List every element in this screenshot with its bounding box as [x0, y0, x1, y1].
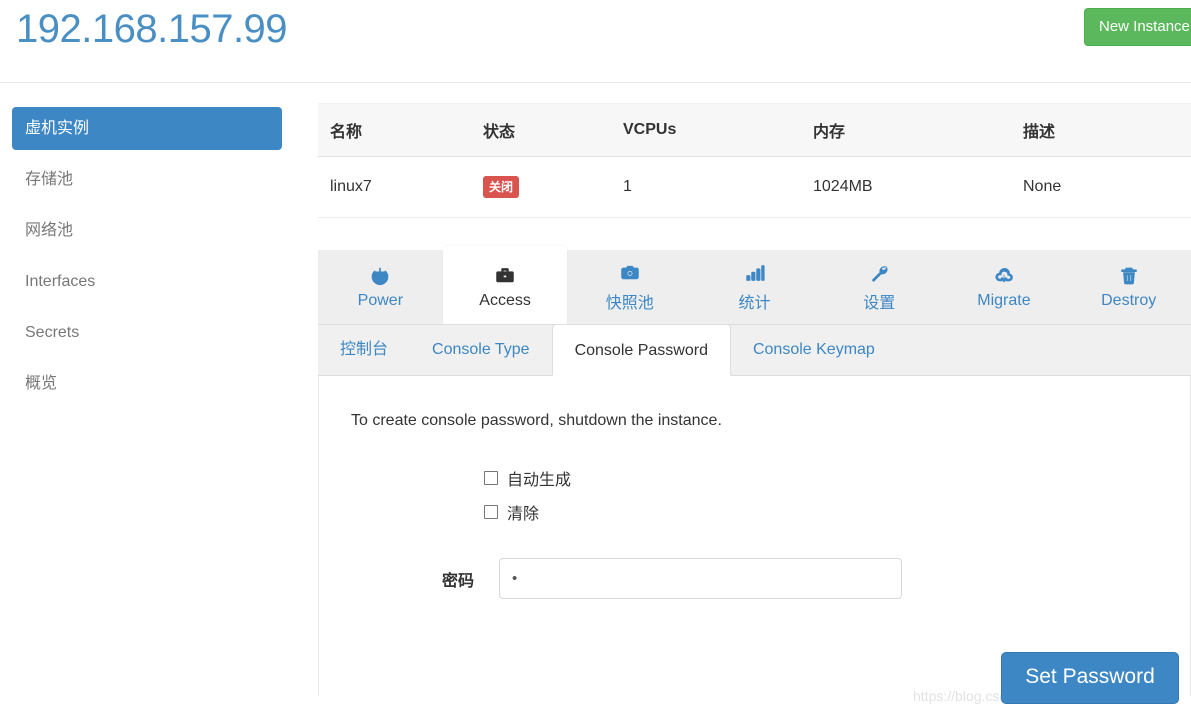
instance-table: 名称 状态 VCPUs 内存 描述 linux7 关闭 1 1024MB Non…	[318, 103, 1191, 218]
subtab-console[interactable]: 控制台	[318, 324, 410, 375]
column-header-description: 描述	[1023, 103, 1191, 157]
tab-migrate[interactable]: Migrate	[942, 250, 1067, 324]
briefcase-icon	[494, 265, 516, 287]
column-header-memory: 内存	[813, 103, 1023, 157]
page-root: 192.168.157.99 New Instance 虚机实例 存储池 网络池…	[0, 0, 1191, 723]
tab-access[interactable]: Access	[442, 246, 568, 324]
console-password-panel: To create console password, shutdown the…	[318, 376, 1191, 696]
cloud-download-icon	[993, 265, 1015, 287]
cell-instance-memory: 1024MB	[813, 156, 1023, 218]
password-input[interactable]	[499, 558, 902, 599]
tab-destroy-label: Destroy	[1101, 291, 1157, 309]
checkbox-row-autogenerate[interactable]: 自动生成	[484, 466, 1190, 490]
sidebar: 虚机实例 存储池 网络池 Interfaces Secrets 概览	[12, 107, 282, 413]
subtab-console-password[interactable]: Console Password	[551, 324, 731, 376]
table-row[interactable]: linux7 关闭 1 1024MB None	[318, 156, 1191, 218]
subtab-console-keymap[interactable]: Console Keymap	[731, 324, 897, 375]
tab-snapshots-label: 快照池	[605, 294, 654, 312]
checkbox-clear-label: 清除	[507, 506, 540, 523]
tab-migrate-label: Migrate	[977, 291, 1031, 309]
sidebar-item-interfaces[interactable]: Interfaces	[12, 260, 282, 303]
tab-power[interactable]: Power	[318, 250, 443, 324]
status-badge: 关闭	[483, 176, 520, 198]
tab-settings[interactable]: 设置	[817, 250, 942, 324]
table-header-row: 名称 状态 VCPUs 内存 描述	[318, 103, 1191, 157]
checkbox-clear[interactable]	[484, 505, 498, 519]
instance-tab-bar: Power Access 快照池 统计 设置 Migrate Destroy	[318, 246, 1191, 325]
column-header-vcpus: VCPUs	[623, 103, 813, 157]
table-body: linux7 关闭 1 1024MB None	[318, 156, 1191, 218]
cell-instance-name[interactable]: linux7	[318, 156, 483, 218]
checkbox-row-clear[interactable]: 清除	[484, 500, 1190, 524]
tab-settings-label: 设置	[863, 294, 896, 312]
tab-statistics-label: 统计	[738, 294, 771, 312]
cell-instance-vcpus: 1	[623, 156, 813, 218]
trash-icon	[1119, 265, 1139, 287]
password-label: 密码	[441, 572, 474, 590]
panel-notice: To create console password, shutdown the…	[351, 412, 722, 429]
tab-snapshots[interactable]: 快照池	[567, 250, 692, 324]
wrench-icon	[869, 262, 889, 284]
checkbox-autogenerate[interactable]	[484, 471, 498, 485]
tab-destroy[interactable]: Destroy	[1066, 250, 1191, 324]
bar-chart-icon	[745, 262, 765, 284]
column-header-state: 状态	[483, 103, 623, 157]
console-sub-tab-bar: 控制台 Console Type Console Password Consol…	[318, 324, 1191, 376]
cell-instance-description: None	[1023, 156, 1191, 218]
password-form-row: 密码	[319, 558, 1190, 599]
checkbox-group: 自动生成 清除	[319, 466, 1190, 524]
sidebar-item-overview[interactable]: 概览	[12, 362, 282, 405]
camera-icon	[619, 262, 641, 284]
tab-access-label: Access	[479, 291, 531, 309]
set-password-button[interactable]: Set Password	[1001, 652, 1179, 704]
sidebar-item-storage[interactable]: 存储池	[12, 158, 282, 201]
page-title: 192.168.157.99	[16, 7, 288, 51]
new-instance-button[interactable]: New Instance	[1084, 8, 1191, 46]
subtab-console-type[interactable]: Console Type	[410, 324, 552, 375]
sidebar-item-network[interactable]: 网络池	[12, 209, 282, 252]
main-content: 名称 状态 VCPUs 内存 描述 linux7 关闭 1 1024MB Non…	[318, 103, 1191, 696]
sidebar-item-secrets[interactable]: Secrets	[12, 311, 282, 354]
column-header-name: 名称	[318, 103, 483, 157]
page-header: 192.168.157.99 New Instance	[0, 0, 1191, 83]
tab-power-label: Power	[357, 291, 404, 309]
cell-instance-state: 关闭	[483, 156, 623, 218]
tab-statistics[interactable]: 统计	[692, 250, 817, 324]
table-header: 名称 状态 VCPUs 内存 描述	[318, 103, 1191, 157]
power-icon	[370, 265, 390, 287]
checkbox-autogenerate-label: 自动生成	[507, 472, 572, 489]
sidebar-item-instances[interactable]: 虚机实例	[12, 107, 282, 150]
